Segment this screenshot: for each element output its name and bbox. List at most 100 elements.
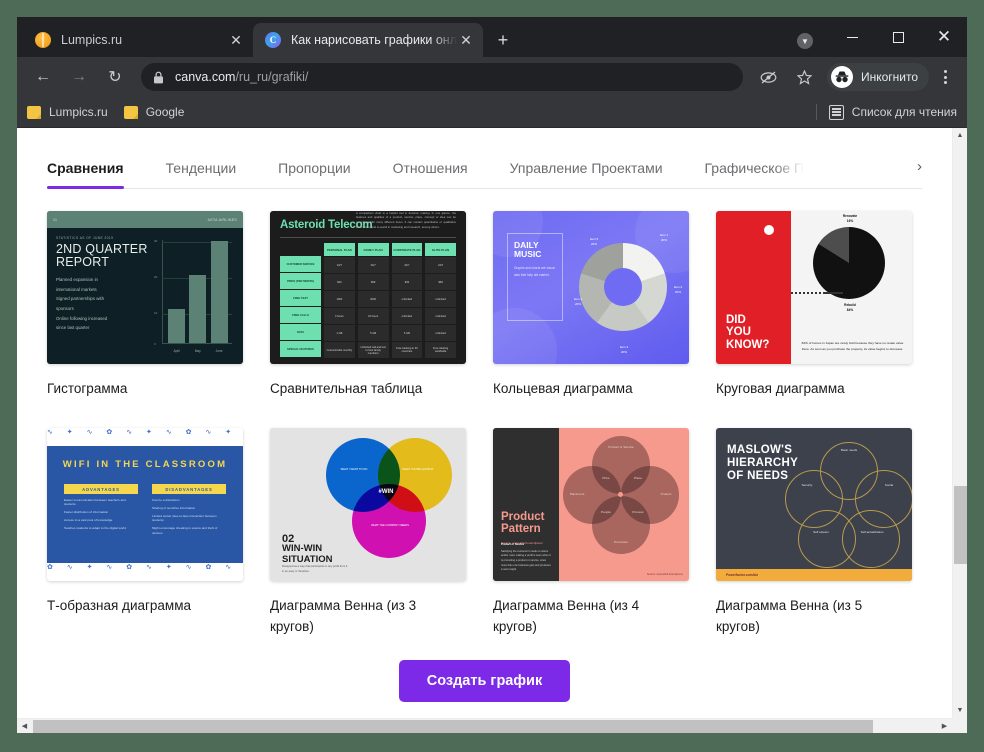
table-cell: unlimited <box>391 291 423 308</box>
row-header: DATA <box>280 324 321 341</box>
close-icon[interactable]: ✕ <box>457 31 475 49</box>
table-cell: 24/7 <box>357 257 389 274</box>
close-icon[interactable]: ✕ <box>227 31 245 49</box>
thumb-text-panel: DAILY MUSIC Graphs and charts are visual… <box>507 233 563 321</box>
bullet: sponsors <box>56 306 74 312</box>
card-label: Сравнительная таблица <box>270 381 423 396</box>
row-header: FREE TEXT <box>280 290 321 307</box>
url-domain: canva.com <box>175 70 236 84</box>
chevron-right-icon[interactable]: › <box>917 158 922 175</box>
scroll-right-icon[interactable]: ▶ <box>937 719 952 734</box>
tab-upravlenie-proektami[interactable]: Управление Проектами <box>510 146 663 188</box>
incognito-indicator[interactable]: Инкогнито <box>826 63 929 91</box>
reload-icon[interactable]: ↻ <box>100 62 130 92</box>
venn-inner-label-4: Process <box>632 509 644 514</box>
kebab-menu-icon[interactable] <box>931 62 959 92</box>
template-grid-row-1: 11 ASTA AIRLINES STATISTICS AS OF JUNE 2… <box>47 211 922 400</box>
venn-label-basic-needs: Basic needs <box>840 447 858 452</box>
venn-4-thumbnail[interactable]: Product Pattern Source: www.abell.lorem/i… <box>493 427 689 581</box>
thumb-subtitle: Designed as a way that participants in a… <box>282 565 348 574</box>
scroll-down-icon[interactable]: ▼ <box>953 703 968 718</box>
tab-otnosheniya[interactable]: Отношения <box>393 146 468 188</box>
back-icon[interactable]: ← <box>28 62 58 92</box>
scroll-up-icon[interactable]: ▲ <box>953 128 968 143</box>
thumb-caption: 84% of homes in Japan are newly built be… <box>801 340 904 351</box>
card-sravnitelnaya-tablica[interactable]: Asteroid Telecom A comparison chart is a… <box>270 211 466 400</box>
y-tick: 30 <box>154 239 158 243</box>
pie-chart-thumbnail[interactable]: DID YOU KNOW? Renovate 16% Rebuild 84% 8… <box>716 211 912 364</box>
table-cell: Unlimited call and text to host family m… <box>357 342 389 359</box>
browser-tab-lumpics[interactable]: Lumpics.ru ✕ <box>23 23 253 57</box>
x-tick: May <box>194 349 201 353</box>
forward-icon[interactable]: → <box>64 62 94 92</box>
close-window-button[interactable]: ✕ <box>921 17 967 57</box>
thumb-headline: DID YOU KNOW? <box>726 313 770 351</box>
table-cell: 4 hours <box>324 308 355 325</box>
reading-list-button[interactable]: Список для чтения <box>815 104 957 120</box>
bullet: Signed partnerships with <box>56 296 105 302</box>
comparison-table-thumbnail[interactable]: Asteroid Telecom A comparison chart is a… <box>270 211 466 364</box>
bullet: Online following increased <box>56 315 108 321</box>
thumb-body: Product or Service Satisfying the custome… <box>501 543 551 572</box>
card-venn-4[interactable]: Product Pattern Source: www.abell.lorem/i… <box>493 427 689 638</box>
card-venn-5[interactable]: MASLOW'S HIERARCHY OF NEEDS Basic needs Se… <box>716 427 912 638</box>
maximize-button[interactable] <box>875 17 921 57</box>
row-header: PRICE (PER MONTH) <box>280 273 321 290</box>
card-label: Т-образная диаграмма <box>47 597 191 613</box>
t-chart-thumbnail[interactable]: ∿ ✦ ∿ ✿ ∿ ✦ ∿ ✿ ∿ ✦ WIFI IN THE CLASSROO… <box>47 427 243 581</box>
venn-5-thumbnail[interactable]: MASLOW'S HIERARCHY OF NEEDS Basic needs Se… <box>716 427 912 581</box>
row-header: SPECIAL FEATURES <box>280 341 321 358</box>
minimize-button[interactable] <box>829 17 875 57</box>
thumb-source: Source: www.abell.lorem/ipsum <box>646 572 683 576</box>
scroll-left-icon[interactable]: ◀ <box>17 719 32 734</box>
column-header: ELITE PLAN <box>425 243 456 257</box>
eye-slash-icon[interactable] <box>754 62 784 92</box>
decoration-pattern-bottom: ✿ ∿ ✦ ∿ ✿ ∿ ✦ ∿ ✿ ∿ <box>47 563 238 571</box>
table-cell: Customizable monthly <box>324 342 355 359</box>
card-t-obraznaya-diagramma[interactable]: ∿ ✦ ∿ ✿ ∿ ✦ ∿ ✿ ∿ ✦ WIFI IN THE CLASSROO… <box>47 427 243 638</box>
thumb-body-heading: Product or Service <box>501 543 525 547</box>
thumb-desc: Graphs and charts are visual aids that h… <box>514 265 555 277</box>
bookmark-lumpics[interactable]: Lumpics.ru <box>27 105 108 119</box>
y-tick: 10 <box>154 311 158 315</box>
venn-label-product: Product <box>660 491 672 496</box>
tab-sravneniya[interactable]: Сравнения <box>47 146 124 189</box>
bookmark-label: Google <box>145 105 185 119</box>
desktop-background: Lumpics.ru ✕ C Как нарисовать графики он… <box>0 0 984 752</box>
card-krugovaya-diagramma[interactable]: DID YOU KNOW? Renovate 16% Rebuild 84% 8… <box>716 211 912 400</box>
venn-3-thumbnail[interactable]: WHAT I WANT TO DO WHAT YOU'RE GOOD AT WH… <box>270 427 466 581</box>
card-venn-3[interactable]: WHAT I WANT TO DO WHAT YOU'RE GOOD AT WH… <box>270 427 466 638</box>
x-tick-labels: April May June <box>166 349 230 353</box>
row-header: CUSTOMER SERVICE <box>280 256 321 273</box>
tab-proporcii[interactable]: Пропорции <box>278 146 350 188</box>
y-tick: 20 <box>154 275 158 279</box>
horizontal-scrollbar[interactable]: ◀ ▶ <box>17 718 952 733</box>
tab-graficheskoe[interactable]: Графическое П <box>705 146 805 188</box>
leader-line <box>823 292 843 294</box>
window-controls: ▼ ✕ <box>797 17 967 57</box>
lock-icon[interactable] <box>153 71 164 84</box>
bar <box>189 275 207 343</box>
star-icon[interactable] <box>790 62 820 92</box>
donut-chart-thumbnail[interactable]: DAILY MUSIC Graphs and charts are visual… <box>493 211 689 364</box>
vertical-scrollbar[interactable]: ▲ ▼ <box>952 128 967 718</box>
address-bar[interactable]: canva.com/ru_ru/grafiki/ <box>141 63 743 91</box>
thumb-title: DAILY MUSIC <box>514 240 542 259</box>
card-kolcevaya-diagramma[interactable]: DAILY MUSIC Graphs and charts are visual… <box>493 211 689 400</box>
card-gistogramma[interactable]: 11 ASTA AIRLINES STATISTICS AS OF JUNE 2… <box>47 211 243 400</box>
bookmark-google[interactable]: Google <box>123 105 185 119</box>
venn-label-promotion: Promotion <box>613 539 629 544</box>
tab-search-icon[interactable]: ▼ <box>797 33 813 49</box>
tab-tendencii[interactable]: Тенденции <box>166 146 237 188</box>
thumb-red-panel: DID YOU KNOW? <box>716 211 791 364</box>
create-chart-button[interactable]: Создать график <box>398 659 571 702</box>
venn-label-self-actualization: Self-actualization <box>860 529 884 534</box>
bar-chart-thumbnail[interactable]: 11 ASTA AIRLINES STATISTICS AS OF JUNE 2… <box>47 211 243 364</box>
divider <box>280 237 456 239</box>
browser-tab-canva[interactable]: C Как нарисовать графики онлайн ✕ <box>253 23 483 57</box>
vertical-scroll-thumb[interactable] <box>954 486 967 564</box>
table-cell: 24/7 <box>391 257 423 274</box>
new-tab-button[interactable]: + <box>489 26 517 54</box>
horizontal-scroll-thumb[interactable] <box>33 720 873 733</box>
venn-inner-label-3: People <box>601 509 611 514</box>
